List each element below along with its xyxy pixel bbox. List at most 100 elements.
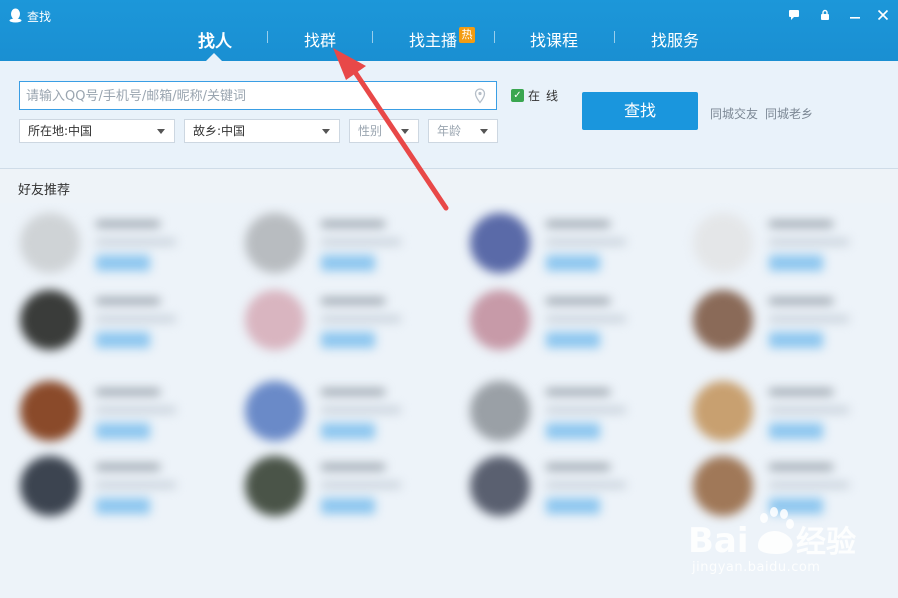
- tab-find-streamer[interactable]: 找主播热: [409, 27, 476, 50]
- tab-label: 找人: [198, 32, 232, 52]
- user-card[interactable]: [245, 213, 445, 288]
- tab-divider: [372, 31, 373, 43]
- fellow-townsmen-link[interactable]: 同城老乡: [765, 105, 813, 122]
- gender-dropdown[interactable]: 性别: [349, 119, 419, 143]
- tab-find-course[interactable]: 找课程: [530, 27, 579, 50]
- user-card[interactable]: [693, 213, 893, 288]
- add-friend-button[interactable]: [321, 332, 375, 348]
- card-text-line: [769, 298, 833, 304]
- tab-divider: [494, 31, 495, 43]
- add-friend-button[interactable]: [546, 423, 600, 439]
- avatar[interactable]: [470, 456, 530, 516]
- avatar[interactable]: [20, 456, 80, 516]
- local-friends-link[interactable]: 同城交友: [710, 105, 758, 122]
- tab-label: 找群: [304, 31, 337, 50]
- online-label: 在线: [528, 89, 565, 103]
- card-text-line: [96, 482, 176, 488]
- user-card[interactable]: [245, 456, 445, 531]
- card-text-line: [769, 464, 833, 470]
- add-friend-button[interactable]: [96, 255, 150, 271]
- card-text-line: [546, 482, 626, 488]
- add-friend-button[interactable]: [321, 423, 375, 439]
- location-value: 所在地:中国: [28, 124, 93, 138]
- age-dropdown[interactable]: 年龄: [428, 119, 498, 143]
- tab-find-group[interactable]: 找群: [304, 27, 337, 50]
- feedback-icon[interactable]: [785, 6, 803, 24]
- user-card[interactable]: [470, 213, 670, 288]
- avatar[interactable]: [693, 381, 753, 441]
- user-card[interactable]: [470, 290, 670, 365]
- card-text-line: [96, 316, 176, 322]
- location-dropdown[interactable]: 所在地:中国: [19, 119, 175, 143]
- card-text-line: [96, 464, 160, 470]
- add-friend-button[interactable]: [546, 255, 600, 271]
- user-card[interactable]: [20, 381, 220, 456]
- add-friend-button[interactable]: [96, 332, 150, 348]
- tab-label: 找服务: [651, 31, 700, 50]
- hometown-dropdown[interactable]: 故乡:中国: [184, 119, 340, 143]
- lock-icon[interactable]: [816, 6, 834, 24]
- card-text-line: [546, 464, 610, 470]
- add-friend-button[interactable]: [769, 332, 823, 348]
- card-text-line: [321, 298, 385, 304]
- tab-find-service[interactable]: 找服务: [651, 27, 700, 50]
- user-card[interactable]: [693, 381, 893, 456]
- avatar[interactable]: [20, 381, 80, 441]
- age-value: 年龄: [437, 124, 462, 138]
- chevron-down-icon: [480, 129, 488, 134]
- user-card[interactable]: [20, 290, 220, 365]
- add-friend-button[interactable]: [96, 498, 150, 514]
- add-friend-button[interactable]: [546, 498, 600, 514]
- avatar[interactable]: [245, 456, 305, 516]
- avatar[interactable]: [470, 213, 530, 273]
- avatar[interactable]: [20, 213, 80, 273]
- card-text-line: [96, 239, 176, 245]
- tab-find-people[interactable]: 找人: [198, 27, 232, 52]
- close-icon[interactable]: [874, 6, 892, 24]
- svg-text:Bai: Bai: [688, 521, 749, 561]
- add-friend-button[interactable]: [769, 255, 823, 271]
- tab-label: 找课程: [530, 31, 579, 50]
- user-card[interactable]: [20, 456, 220, 531]
- hometown-value: 故乡:中国: [193, 124, 246, 138]
- add-friend-button[interactable]: [321, 255, 375, 271]
- add-friend-button[interactable]: [96, 423, 150, 439]
- avatar[interactable]: [245, 290, 305, 350]
- location-pin-icon[interactable]: [474, 88, 486, 104]
- chevron-down-icon: [401, 129, 409, 134]
- add-friend-button[interactable]: [546, 332, 600, 348]
- user-card[interactable]: [245, 381, 445, 456]
- minimize-icon[interactable]: [846, 6, 864, 24]
- avatar[interactable]: [693, 290, 753, 350]
- search-input[interactable]: [26, 86, 466, 106]
- card-text-line: [321, 464, 385, 470]
- card-text-line: [321, 482, 401, 488]
- search-box[interactable]: [19, 81, 497, 110]
- avatar[interactable]: [470, 381, 530, 441]
- window-title: 查找: [27, 10, 52, 24]
- card-text-line: [321, 221, 385, 227]
- add-friend-button[interactable]: [321, 498, 375, 514]
- card-text-line: [769, 407, 849, 413]
- avatar[interactable]: [470, 290, 530, 350]
- search-panel: ✓ 在线 所在地:中国 故乡:中国 性别 年龄 查找 同城交友 同城老乡: [0, 61, 898, 169]
- user-card[interactable]: [470, 456, 670, 531]
- user-card[interactable]: [693, 290, 893, 365]
- add-friend-button[interactable]: [769, 423, 823, 439]
- user-card[interactable]: [245, 290, 445, 365]
- user-card[interactable]: [470, 381, 670, 456]
- online-checkbox[interactable]: ✓: [511, 89, 524, 102]
- section-title: 好友推荐: [18, 183, 71, 198]
- avatar[interactable]: [245, 381, 305, 441]
- hot-badge: 热: [459, 27, 476, 43]
- search-button[interactable]: 查找: [582, 92, 698, 130]
- avatar[interactable]: [693, 213, 753, 273]
- avatar[interactable]: [20, 290, 80, 350]
- user-card[interactable]: [20, 213, 220, 288]
- card-text-line: [321, 316, 401, 322]
- card-text-line: [769, 482, 849, 488]
- avatar[interactable]: [245, 213, 305, 273]
- qq-penguin-icon: [9, 8, 22, 23]
- card-text-line: [769, 239, 849, 245]
- card-text-line: [96, 389, 160, 395]
